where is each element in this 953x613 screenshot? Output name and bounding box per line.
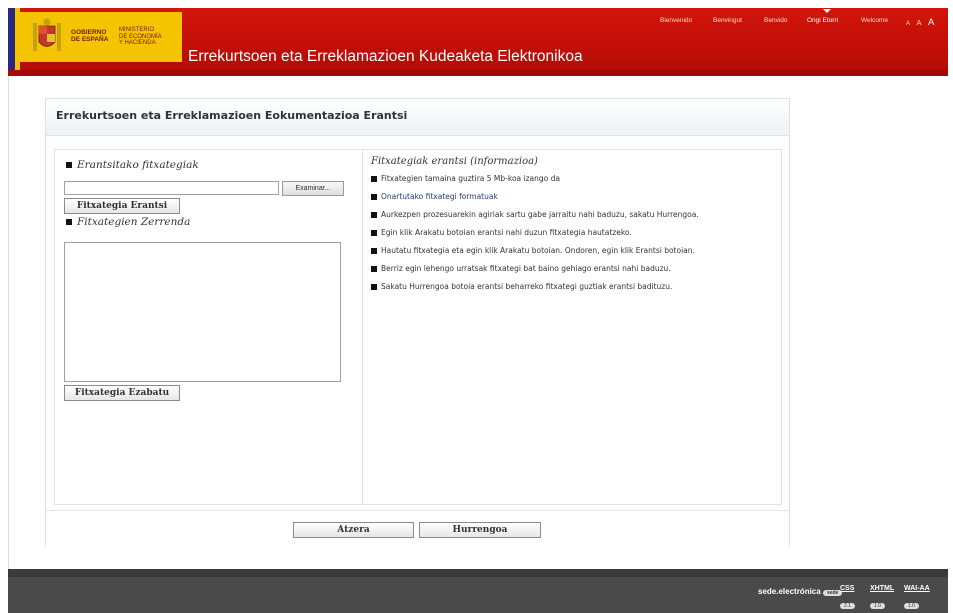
lang-link-ca[interactable]: Benvingut <box>713 17 742 24</box>
attached-files-heading: Erantsitako fitxategiak <box>66 159 199 171</box>
delete-file-button[interactable]: Fitxategia Ezabatu <box>64 385 180 401</box>
back-button[interactable]: Atzera <box>293 522 414 538</box>
font-size-large[interactable]: A <box>928 17 934 28</box>
bullet-icon <box>66 219 72 225</box>
file-path-input[interactable] <box>64 181 279 195</box>
header-bottom-band <box>8 70 948 76</box>
file-list-box[interactable] <box>64 242 341 382</box>
list-item: Hautatu fitxategia eta egin klik Arakatu… <box>371 244 699 262</box>
attach-file-button[interactable]: Fitxategia Erantsi <box>64 198 180 214</box>
panel-footer: Atzera Hurrengoa <box>46 510 789 547</box>
lang-link-eu[interactable]: Ongi Etorri <box>807 17 838 24</box>
font-size-small[interactable]: A <box>906 21 910 27</box>
bullet-icon <box>371 230 377 236</box>
info-column: Fitxategiak erantsi (informazioa) Fitxat… <box>363 150 781 504</box>
xhtml-badge[interactable]: XHTML 1.0 <box>870 585 894 609</box>
active-language-indicator-icon <box>823 9 831 13</box>
css-badge[interactable]: CSS 2.1 <box>840 585 855 609</box>
government-name: GOBIERNO DE ESPAÑA <box>71 29 109 43</box>
lang-link-gl[interactable]: Benvido <box>764 17 788 24</box>
lang-link-en[interactable]: Welcome <box>861 17 888 24</box>
bullet-icon <box>66 162 72 168</box>
info-list: Fitxategien tamaina guztira 5 Mb-koa iza… <box>371 172 699 298</box>
lang-link-es[interactable]: Bienvenido <box>660 17 692 24</box>
ministry-name: MINISTERIO DE ECONOMÍA Y HACIENDA <box>119 27 162 46</box>
list-item: Berriz egin lehengo urratsak fitxategi b… <box>371 262 699 280</box>
info-title: Fitxategiak erantsi (informazioa) <box>371 156 538 167</box>
bullet-icon <box>371 248 377 254</box>
font-size-controls: A A A <box>904 12 934 30</box>
bullet-icon <box>371 284 377 290</box>
wai-aa-badge[interactable]: WAI-AA 1.0 <box>904 585 930 609</box>
formats-link[interactable]: Onartutako fitxategi formatuak <box>371 190 699 208</box>
list-item: Egin klik Arakatu botoian erantsi nahi d… <box>371 226 699 244</box>
bullet-icon <box>371 176 377 182</box>
list-item: Aurkezpen prozesuarekin agiriak sartu ga… <box>371 208 699 226</box>
panel-title: Errekurtsoen eta Erreklamazioen Eokument… <box>56 109 408 122</box>
browse-button[interactable]: Examinar... <box>282 181 344 196</box>
next-button[interactable]: Hurrengoa <box>419 522 541 538</box>
bullet-icon <box>371 194 377 200</box>
sede-electronica-logo[interactable]: sede.electrónica sede <box>758 587 843 596</box>
font-size-medium[interactable]: A <box>916 18 921 27</box>
page-border <box>8 76 9 569</box>
list-item: Sakatu Hurrengoa botoia erantsi beharrek… <box>371 280 699 298</box>
file-list-heading: Fitxategien Zerrenda <box>66 216 190 228</box>
language-selector: Bienvenido Benvingut Benvido Ongi Etorri… <box>0 17 953 29</box>
footer-top-band <box>8 569 948 577</box>
bullet-icon <box>371 212 377 218</box>
panel-body: Erantsitako fitxategiak Examinar... Fitx… <box>54 149 782 505</box>
app-title: Errekurtsoen eta Erreklamazioen Kudeaket… <box>188 48 583 65</box>
bullet-icon <box>371 266 377 272</box>
documentation-panel: Errekurtsoen eta Erreklamazioen Eokument… <box>45 98 790 547</box>
list-item: Fitxategien tamaina guztira 5 Mb-koa iza… <box>371 172 699 190</box>
panel-header: Errekurtsoen eta Erreklamazioen Eokument… <box>46 99 789 136</box>
